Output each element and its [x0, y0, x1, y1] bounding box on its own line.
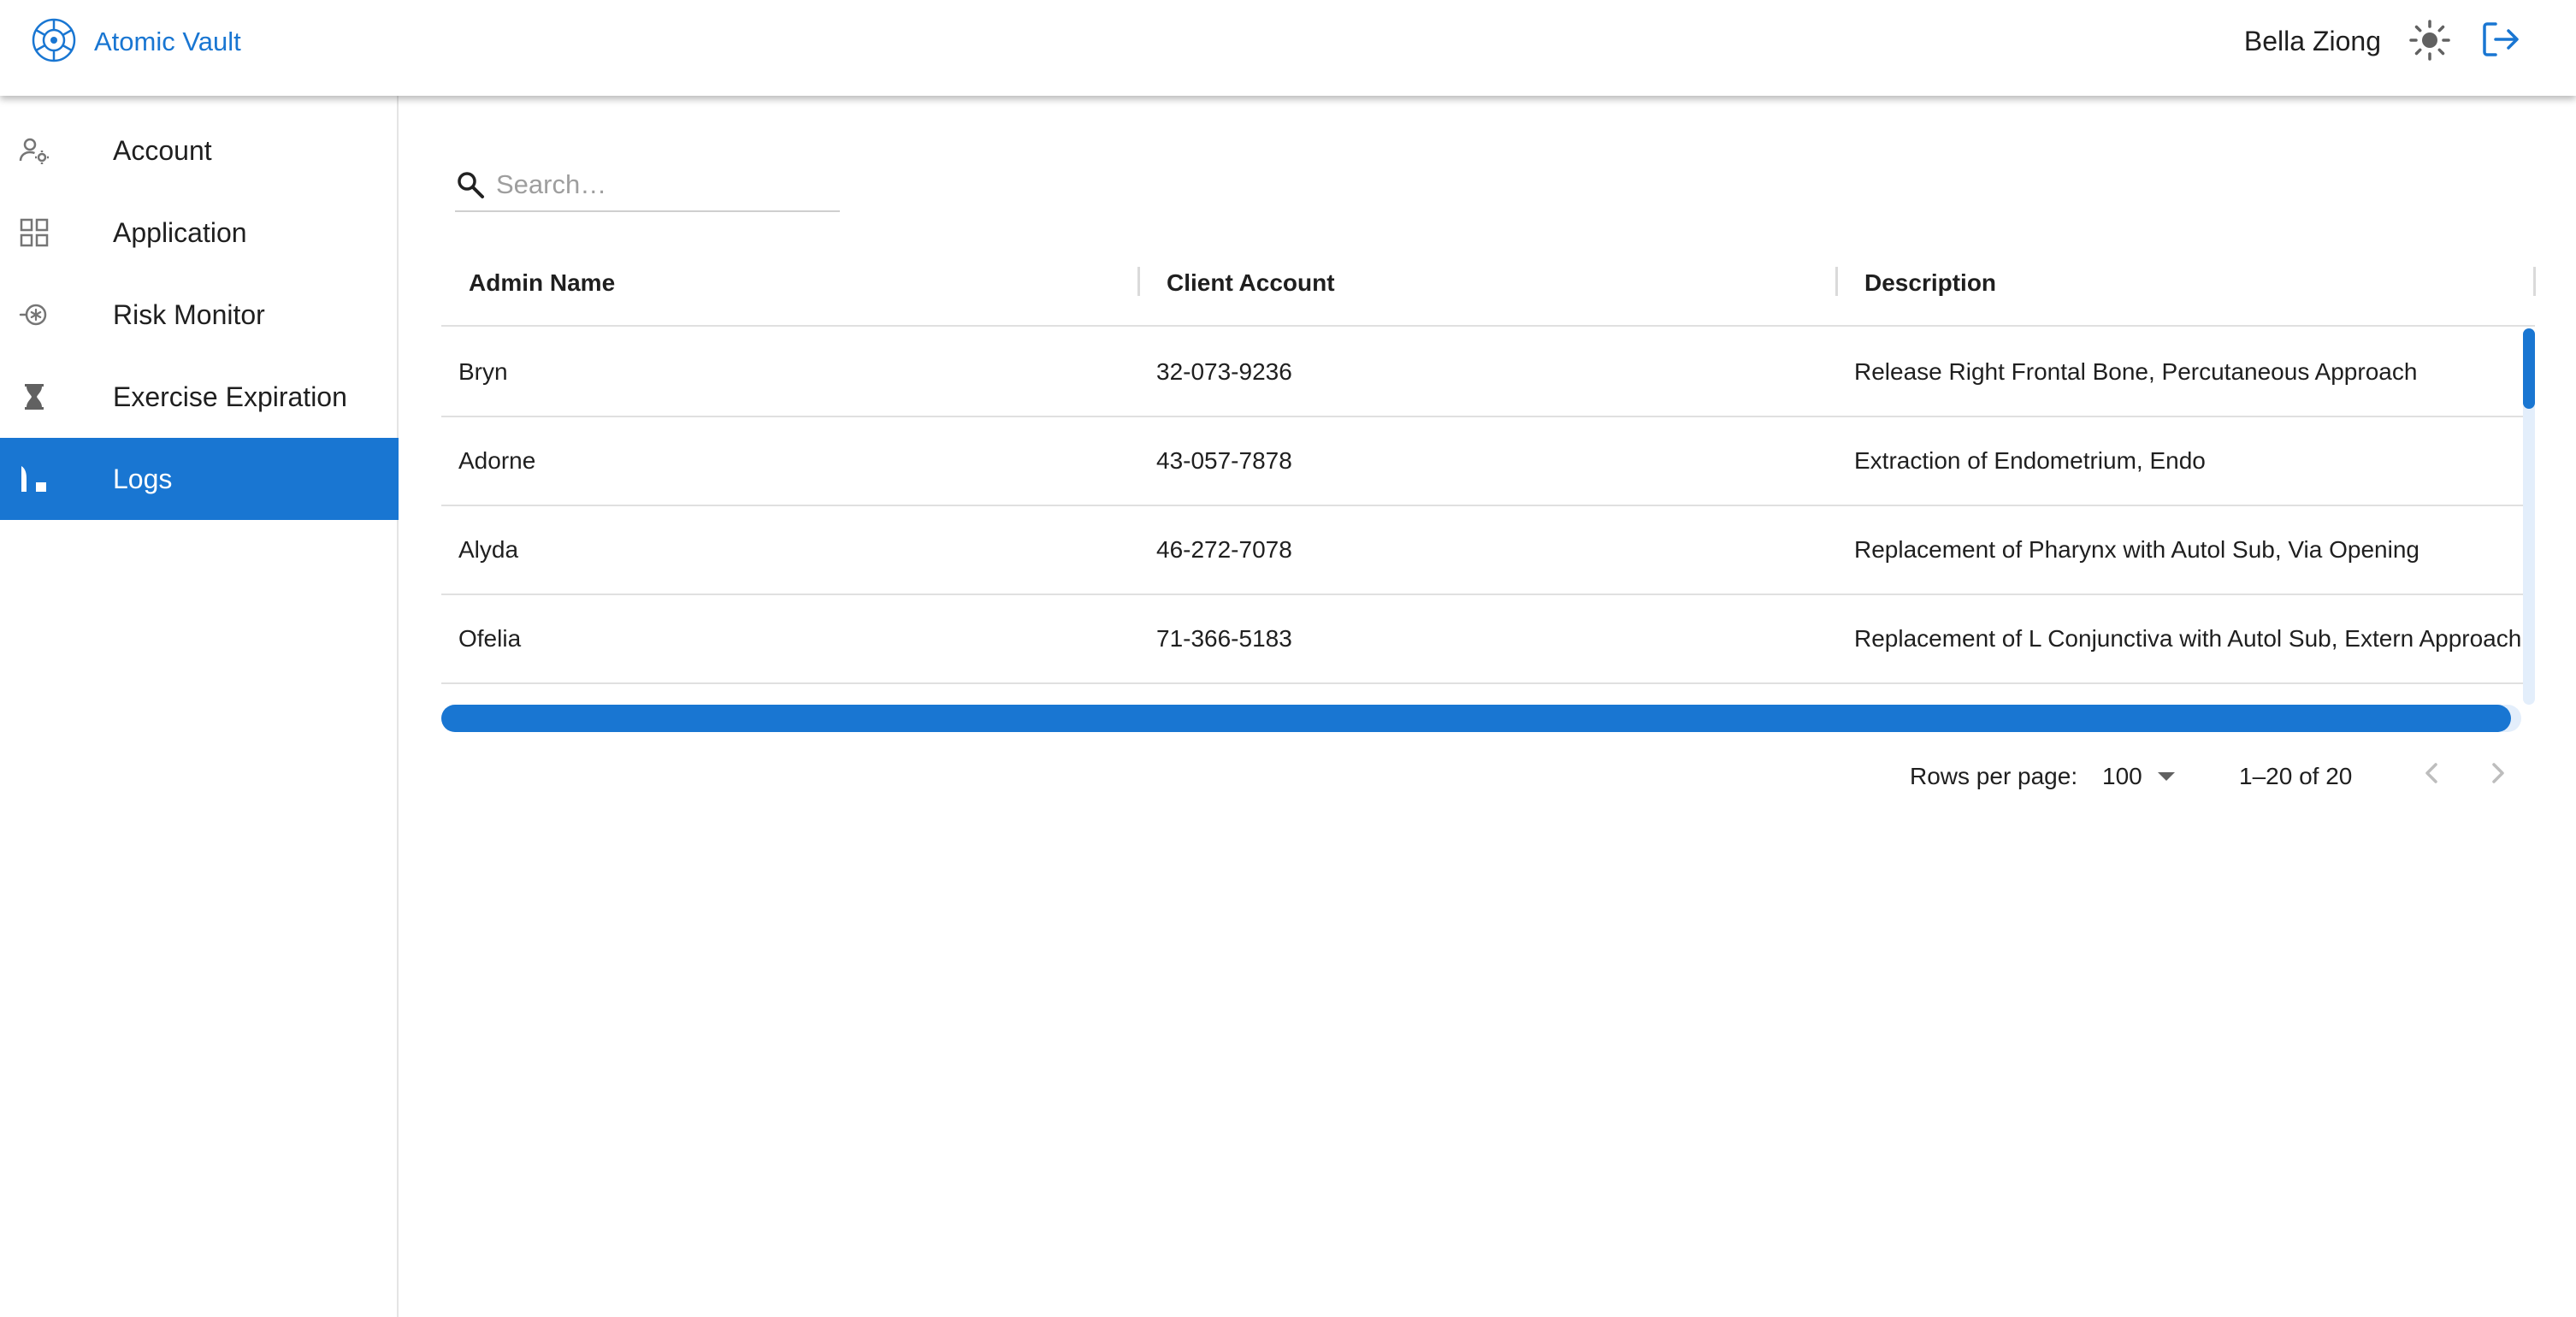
rows-per-page-select[interactable]: 100: [2102, 758, 2175, 795]
sidebar-item-label: Account: [113, 134, 212, 166]
caret-down-icon: [2157, 772, 2175, 781]
sidebar-item-label: Logs: [113, 463, 173, 494]
column-separator[interactable]: [1835, 267, 1838, 296]
vertical-scrollbar-thumb[interactable]: [2523, 328, 2535, 409]
rows-per-page-value: 100: [2102, 763, 2142, 789]
user-name: Bella Ziong: [2243, 26, 2381, 56]
table-header: Admin Name Client Account Description: [441, 239, 2536, 327]
sidebar-item-account[interactable]: Account: [0, 109, 399, 192]
sun-icon: [2408, 19, 2451, 66]
cell-client-account: 46-272-7078: [1156, 536, 1292, 563]
brand[interactable]: Atomic Vault: [31, 17, 241, 68]
sidebar-item-label: Risk Monitor: [113, 298, 265, 330]
grid-icon: [19, 217, 50, 248]
sidebar-item-exercise-expiration[interactable]: Exercise Expiration: [0, 356, 399, 438]
cell-admin-name: Bryn: [458, 358, 508, 385]
logout-icon: [2479, 17, 2523, 66]
sidebar-item-risk-monitor[interactable]: Risk Monitor: [0, 274, 399, 356]
column-separator[interactable]: [1137, 267, 1140, 296]
table-row[interactable]: Bryn 32-073-9236 Release Right Frontal B…: [441, 328, 2525, 417]
rows-per-page-label: Rows per page:: [1910, 763, 2078, 789]
sidebar-item-logs[interactable]: Logs: [0, 438, 399, 520]
cell-admin-name: Adorne: [458, 447, 536, 474]
sidebar-item-application[interactable]: Application: [0, 192, 399, 274]
column-header-admin-name[interactable]: Admin Name: [469, 239, 615, 327]
cell-admin-name: Ofelia: [458, 625, 522, 652]
app-header: Atomic Vault Bella Ziong: [0, 0, 2576, 96]
chevron-right-icon: [2479, 754, 2516, 796]
hourglass-icon: [19, 381, 50, 412]
sidebar: Account Application Risk Monitor Exercis…: [0, 96, 399, 1317]
cell-client-account: 71-366-5183: [1156, 625, 1292, 652]
cell-client-account: 32-073-9236: [1156, 358, 1292, 385]
theme-toggle-button[interactable]: [2408, 19, 2451, 66]
cell-client-account: 43-057-7878: [1156, 447, 1292, 474]
search-input[interactable]: [496, 166, 835, 204]
cell-description: Replacement of Pharynx with Autol Sub, V…: [1854, 536, 2419, 563]
table-row[interactable]: Ofelia 71-366-5183 Replacement of L Conj…: [441, 595, 2525, 684]
user-settings-icon: [19, 135, 50, 166]
logs-table: Admin Name Client Account Description Br…: [441, 239, 2536, 732]
logs-icon: [19, 464, 50, 494]
app-title: Atomic Vault: [94, 27, 241, 56]
search-box: [455, 159, 840, 212]
horizontal-scrollbar-thumb[interactable]: [441, 705, 2511, 732]
cell-description: Release Right Frontal Bone, Percutaneous…: [1854, 358, 2418, 385]
sidebar-item-label: Application: [113, 216, 247, 248]
table-row[interactable]: Adorne 43-057-7878 Extraction of Endomet…: [441, 417, 2525, 506]
previous-page-button[interactable]: [2414, 756, 2451, 794]
table-row[interactable]: Alyda 46-272-7078 Replacement of Pharynx…: [441, 506, 2525, 595]
sidebar-item-label: Exercise Expiration: [113, 381, 347, 412]
atom-logo-icon: [31, 17, 77, 68]
cell-description: Replacement of L Conjunctiva with Autol …: [1854, 625, 2522, 652]
column-header-description[interactable]: Description: [1864, 239, 1996, 327]
chevron-left-icon: [2414, 754, 2451, 796]
cell-admin-name: Alyda: [458, 536, 519, 563]
page-range: 1–20 of 20: [2239, 763, 2353, 789]
next-page-button[interactable]: [2479, 756, 2516, 794]
risk-icon: [19, 299, 50, 330]
column-separator[interactable]: [2533, 267, 2536, 296]
logout-button[interactable]: [2479, 19, 2523, 63]
column-header-client-account[interactable]: Client Account: [1167, 239, 1335, 327]
cell-description: Extraction of Endometrium, Endo: [1854, 447, 2206, 474]
